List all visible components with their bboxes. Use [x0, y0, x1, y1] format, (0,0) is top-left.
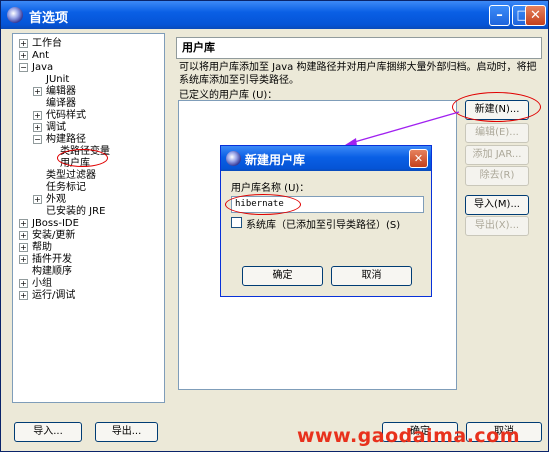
new-user-library-dialog: 新建用户库 ✕ 用户库名称 (U)： hibernate 系统库（已添加至引导类…	[220, 145, 432, 297]
annotation-ellipse-library-name	[225, 194, 301, 215]
dialog-close-button[interactable]: ✕	[409, 149, 428, 168]
dialog-cancel-button[interactable]: 取消	[331, 266, 412, 286]
watermark: www.gaodaima.com	[297, 425, 521, 447]
system-library-label: 系统库（已添加至引导类路径）(S)	[246, 220, 401, 231]
dialog-ok-button[interactable]: 确定	[242, 266, 323, 286]
library-name-label: 用户库名称 (U)：	[231, 183, 310, 194]
preferences-window: 首选项 – □ ✕ + 工作台 + Ant − Java JUnit + 编辑器 编译器 + 代码样式…	[0, 0, 549, 452]
eclipse-icon	[226, 151, 241, 166]
dialog-title: 新建用户库	[245, 153, 306, 167]
dialog-title-bar[interactable]: 新建用户库 ✕	[221, 146, 431, 171]
system-library-checkbox[interactable]	[231, 217, 242, 228]
